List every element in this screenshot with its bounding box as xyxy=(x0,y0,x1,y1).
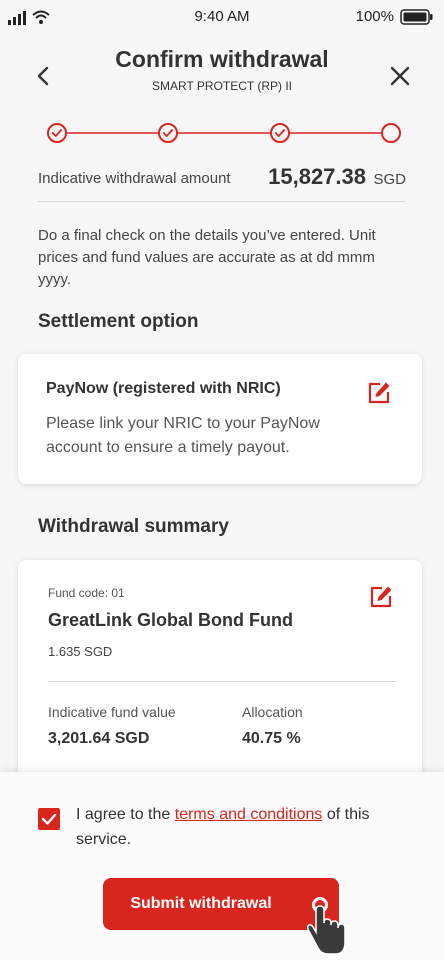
edit-settlement-button[interactable] xyxy=(366,380,392,406)
settlement-option-description: Please link your NRIC to your PayNow acc… xyxy=(46,415,320,456)
divider xyxy=(38,201,406,202)
summary-section-title: Withdrawal summary xyxy=(38,516,229,537)
progress-stepper xyxy=(47,123,401,143)
fund-name: GreatLink Global Bond Fund xyxy=(48,610,293,630)
battery-percent: 100% xyxy=(355,8,394,25)
terms-link[interactable]: terms and conditions xyxy=(175,806,323,823)
fund-unit-price: 1.635 SGD xyxy=(48,644,113,659)
page-subtitle: SMART PROTECT (RP) II xyxy=(151,79,292,93)
close-button[interactable] xyxy=(386,62,414,90)
close-icon xyxy=(390,66,410,86)
withdrawal-amount-label: Indicative withdrawal amount xyxy=(38,170,231,187)
allocation-label: Allocation xyxy=(242,704,303,720)
settlement-section-title: Settlement option xyxy=(38,311,199,332)
bottom-action-panel: I agree to the terms and conditions of t… xyxy=(0,772,444,960)
withdrawal-amount-value: 15,827.38 xyxy=(268,164,366,189)
divider xyxy=(48,681,396,682)
edit-icon xyxy=(368,382,390,404)
fund-summary-card: Fund code: 01 GreatLink Global Bond Fund… xyxy=(18,560,422,800)
edit-icon xyxy=(370,586,392,608)
fund-code: Fund code: 01 xyxy=(48,586,125,600)
edit-fund-button[interactable] xyxy=(368,584,394,610)
settlement-card: PayNow (registered with NRIC) Please lin… xyxy=(18,354,422,484)
battery-icon xyxy=(400,9,433,25)
step-4-current xyxy=(381,123,401,143)
fund-value-label: Indicative fund value xyxy=(48,704,176,720)
settlement-option-title: PayNow (registered with NRIC) xyxy=(46,380,281,397)
withdrawal-amount-currency: SGD xyxy=(373,171,406,188)
agree-prefix: I agree to the xyxy=(76,806,171,823)
check-icon xyxy=(41,813,57,825)
hand-pointer-icon xyxy=(306,891,346,955)
terms-checkbox[interactable] xyxy=(38,808,60,830)
terms-agreement-text: I agree to the terms and conditions of t… xyxy=(76,802,416,852)
fund-value: 3,201.64 SGD xyxy=(48,730,150,747)
step-2-complete xyxy=(158,123,178,143)
final-check-note: Do a final check on the details you’ve e… xyxy=(38,227,376,288)
page-title: Confirm withdrawal xyxy=(115,46,329,72)
status-bar: 9:40 AM 100% xyxy=(0,0,444,34)
step-1-complete xyxy=(47,123,67,143)
allocation-value: 40.75 % xyxy=(242,730,301,747)
step-3-complete xyxy=(270,123,290,143)
